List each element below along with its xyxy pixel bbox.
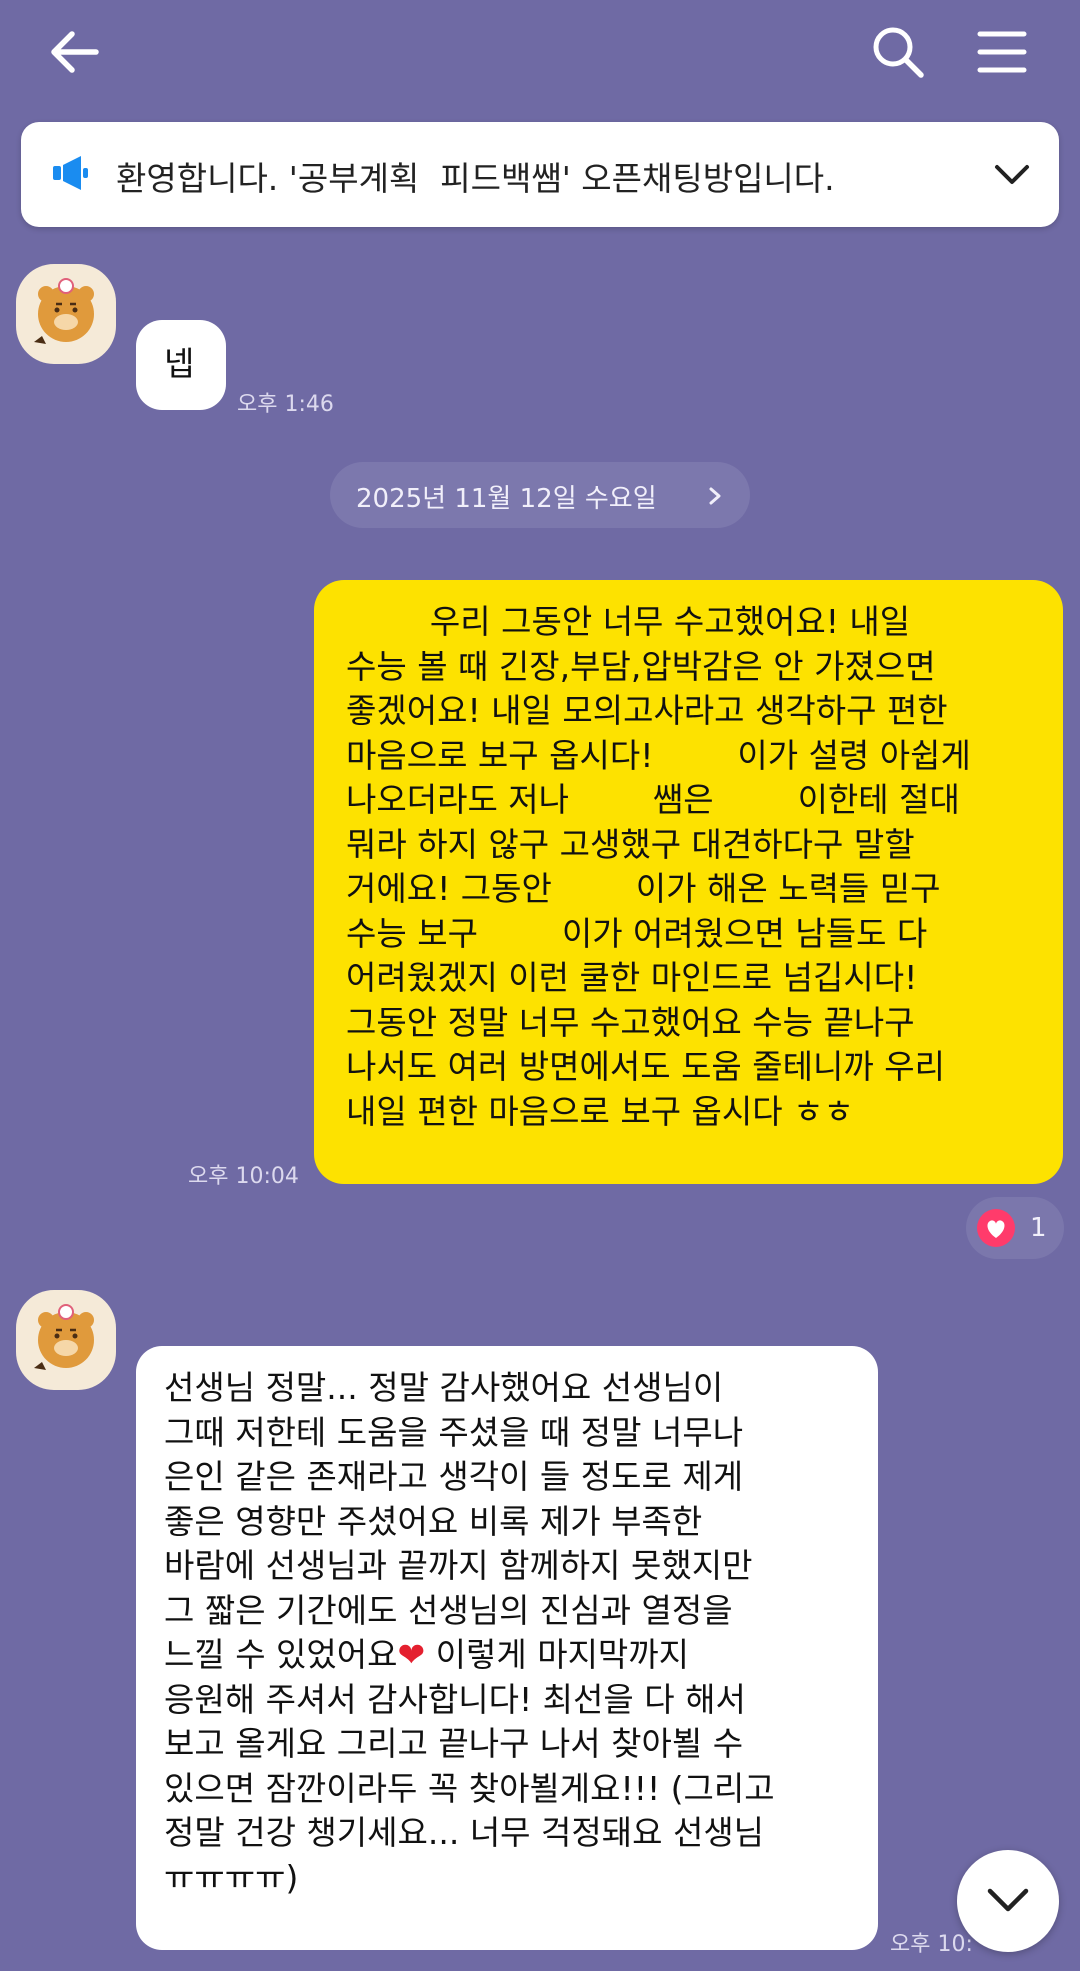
message-time: 오후 1:46 xyxy=(237,392,334,417)
search-icon xyxy=(873,27,924,78)
message-time: 오후 10: xyxy=(890,1932,973,1957)
bear-character-icon xyxy=(34,1304,94,1370)
message-text: 선생님 정말... 정말 감사했어요 선생님이 그때 저한테 도움을 주셨을 때… xyxy=(164,1366,775,1900)
avatar[interactable] xyxy=(16,264,116,364)
menu-button[interactable] xyxy=(964,14,1040,90)
my-message-bubble[interactable]: 우리 그동안 너무 수고했어요! 내일 수능 볼 때 긴장,부담,압박감은 안 … xyxy=(314,580,1063,1184)
message-text: 우리 그동안 너무 수고했어요! 내일 수능 볼 때 긴장,부담,압박감은 안 … xyxy=(346,602,971,1131)
heart-emoji: ❤ xyxy=(397,1635,426,1674)
back-button[interactable] xyxy=(36,14,112,90)
arrow-left-icon xyxy=(51,31,99,73)
reaction-badge[interactable]: 1 xyxy=(966,1197,1064,1259)
date-divider[interactable]: 2025년 11월 12일 수요일 xyxy=(330,462,750,528)
bear-character-icon xyxy=(34,278,94,344)
message-bubble[interactable]: 선생님 정말... 정말 감사했어요 선생님이 그때 저한테 도움을 주셨을 때… xyxy=(136,1346,878,1950)
heart-reaction-icon xyxy=(977,1209,1015,1247)
date-text: 2025년 11월 12일 수요일 xyxy=(356,484,657,514)
avatar[interactable] xyxy=(16,1290,116,1390)
notice-text: 환영합니다. '공부계획 피드백쌤' 오픈채팅방입니다. xyxy=(116,159,835,198)
chevron-down-icon xyxy=(987,1888,1029,1912)
chevron-right-icon xyxy=(709,487,721,505)
search-button[interactable] xyxy=(860,14,936,90)
message-text-part: 선생님 정말... 정말 감사했어요 선생님이 그때 저한테 도움을 주셨을 때… xyxy=(164,1368,753,1674)
scroll-to-bottom-button[interactable] xyxy=(957,1850,1059,1952)
message-text: 넵 xyxy=(164,344,195,383)
message-time: 오후 10:04 xyxy=(188,1164,299,1189)
message-text-part: 이렇게 마지막까지 응원해 주셔서 감사합니다! 최선을 다 해서 보고 올게요… xyxy=(164,1635,775,1897)
notice-banner[interactable]: 환영합니다. '공부계획 피드백쌤' 오픈채팅방입니다. xyxy=(21,122,1059,227)
notice-expand-button[interactable] xyxy=(981,144,1043,206)
reaction-count: 1 xyxy=(1030,1213,1047,1243)
megaphone-icon xyxy=(49,152,93,196)
chevron-down-icon xyxy=(995,165,1029,184)
hamburger-menu-icon xyxy=(977,31,1027,73)
message-bubble[interactable]: 넵 xyxy=(136,320,226,410)
